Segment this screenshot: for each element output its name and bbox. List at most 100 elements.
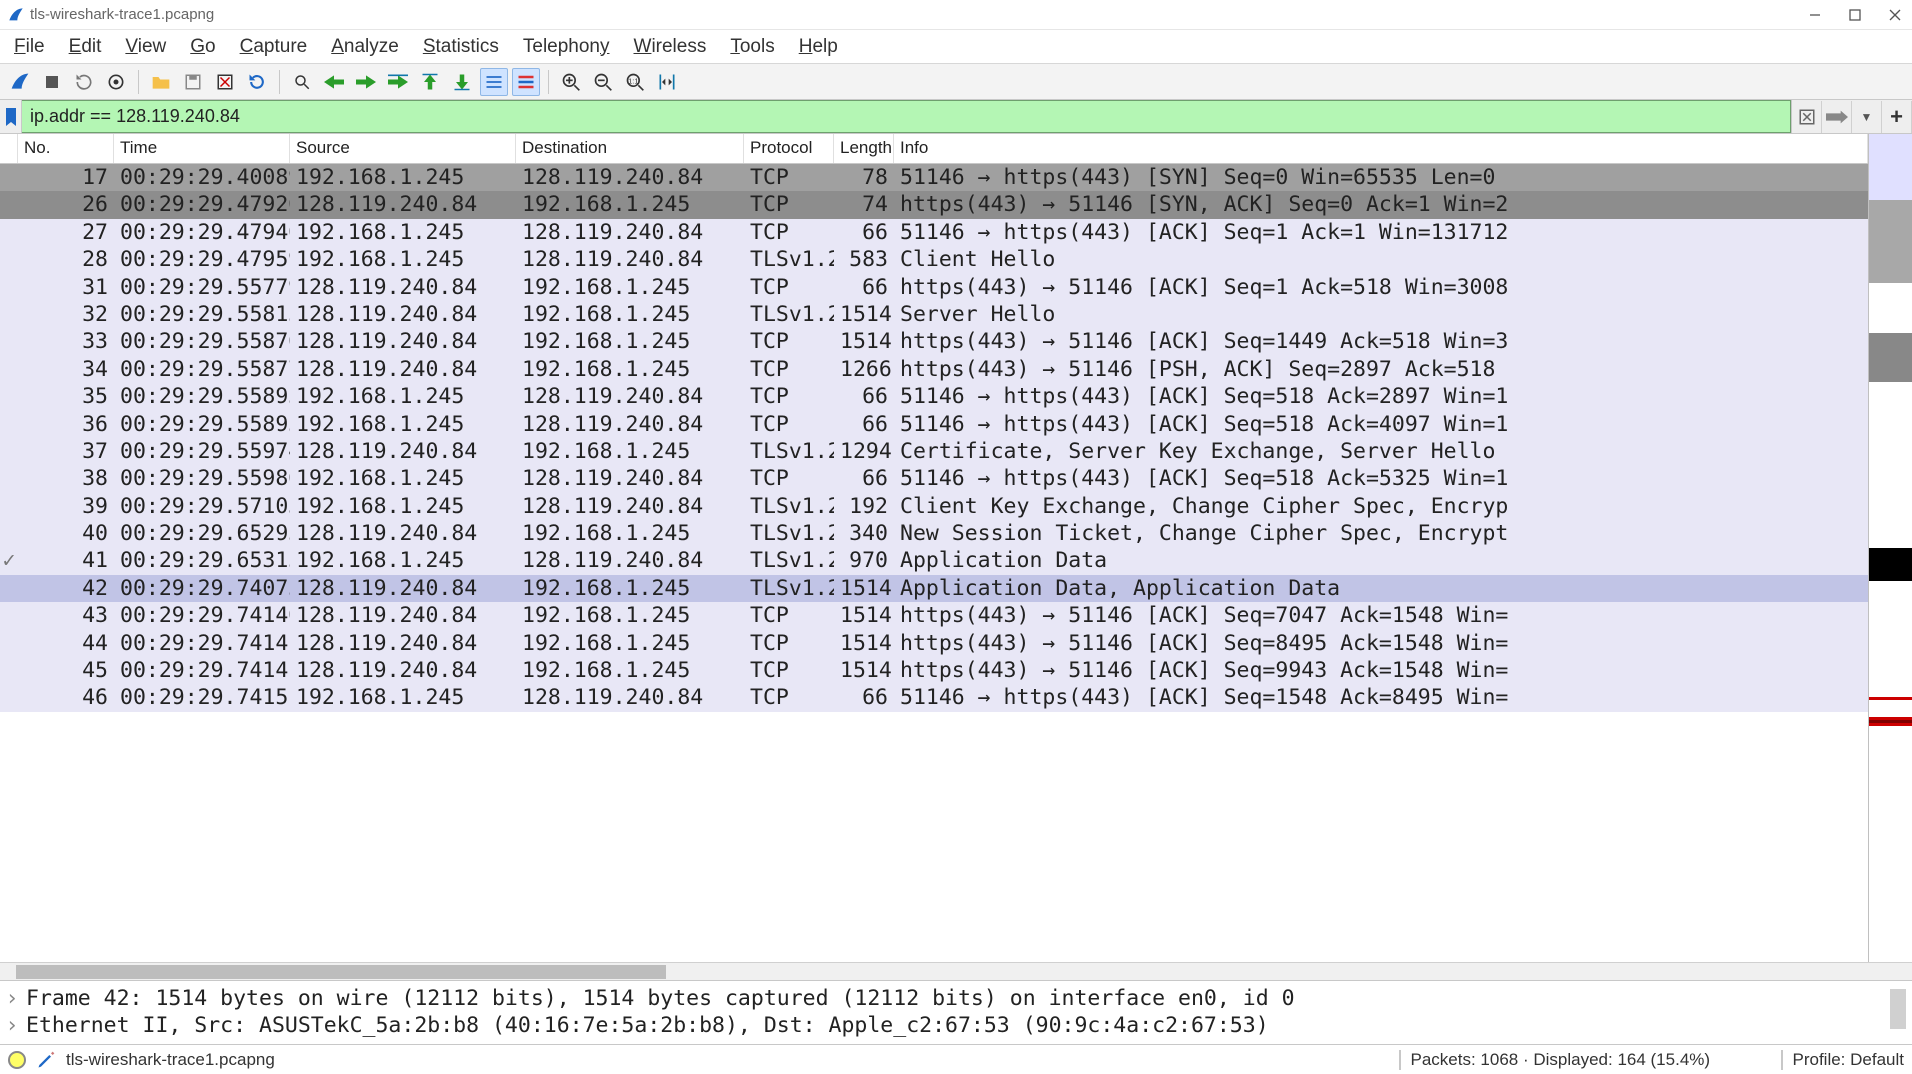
packet-row[interactable]: 3900:29:29.571033192.168.1.245128.119.24… <box>0 493 1868 520</box>
column-length[interactable]: Length <box>834 134 894 163</box>
packet-row[interactable]: 3300:29:29.558762128.119.240.84192.168.1… <box>0 328 1868 355</box>
expand-caret-icon[interactable]: › <box>4 985 20 1012</box>
open-file-icon[interactable] <box>147 68 175 96</box>
menu-wireless[interactable]: Wireless <box>634 36 707 58</box>
menu-telephony[interactable]: Telephony <box>523 36 610 58</box>
auto-scroll-icon[interactable] <box>480 68 508 96</box>
cell-time: 00:29:29.740759 <box>114 575 290 602</box>
packet-row[interactable]: 3600:29:29.558957192.168.1.245128.119.24… <box>0 411 1868 438</box>
packet-row[interactable]: 2600:29:29.479262128.119.240.84192.168.1… <box>0 191 1868 218</box>
bookmark-icon[interactable] <box>0 100 22 133</box>
column-no[interactable]: No. <box>18 134 114 163</box>
menu-edit[interactable]: Edit <box>69 36 102 58</box>
details-scrollbar[interactable] <box>1890 989 1906 1029</box>
menu-help[interactable]: Help <box>799 36 838 58</box>
packet-row[interactable]: 2800:29:29.479593192.168.1.245128.119.24… <box>0 246 1868 273</box>
start-capture-icon[interactable] <box>6 68 34 96</box>
expert-info-icon[interactable] <box>8 1051 26 1069</box>
apply-filter-icon[interactable] <box>1822 101 1852 133</box>
go-forward-icon[interactable] <box>352 68 380 96</box>
column-source[interactable]: Source <box>290 134 516 163</box>
go-first-icon[interactable] <box>416 68 444 96</box>
capture-options-icon[interactable] <box>102 68 130 96</box>
packet-row[interactable]: 4200:29:29.740759128.119.240.84192.168.1… <box>0 575 1868 602</box>
edit-capture-icon[interactable] <box>36 1050 56 1070</box>
row-marker <box>0 520 18 547</box>
menu-analyze[interactable]: Analyze <box>331 36 399 58</box>
go-last-icon[interactable] <box>448 68 476 96</box>
colorize-icon[interactable] <box>512 68 540 96</box>
close-button[interactable] <box>1886 6 1904 24</box>
clear-filter-icon[interactable] <box>1792 101 1822 133</box>
cell-length: 1294 <box>834 438 894 465</box>
packet-details[interactable]: ›Frame 42: 1514 bytes on wire (12112 bit… <box>0 980 1912 1044</box>
restart-capture-icon[interactable] <box>70 68 98 96</box>
expand-caret-icon[interactable]: › <box>4 1012 20 1039</box>
maximize-button[interactable] <box>1846 6 1864 24</box>
packet-row[interactable]: 3400:29:29.558774128.119.240.84192.168.1… <box>0 356 1868 383</box>
menu-statistics[interactable]: Statistics <box>423 36 499 58</box>
menu-capture[interactable]: Capture <box>240 36 308 58</box>
resize-columns-icon[interactable] <box>653 68 681 96</box>
cell-no: 34 <box>18 356 114 383</box>
filter-dropdown-icon[interactable]: ▼ <box>1852 101 1882 133</box>
packet-row[interactable]: 3100:29:29.557795128.119.240.84192.168.1… <box>0 274 1868 301</box>
packet-row[interactable]: 4600:29:29.741516192.168.1.245128.119.24… <box>0 684 1868 711</box>
menu-view[interactable]: View <box>125 36 166 58</box>
packet-list-hscroll[interactable] <box>0 962 1912 980</box>
add-filter-button-icon[interactable]: + <box>1882 101 1912 133</box>
packet-row[interactable]: 4500:29:29.741415128.119.240.84192.168.1… <box>0 657 1868 684</box>
row-marker <box>0 246 18 273</box>
packet-row[interactable]: 1700:29:29.400894192.168.1.245128.119.24… <box>0 164 1868 191</box>
packet-row[interactable]: ✓4100:29:29.653155192.168.1.245128.119.2… <box>0 547 1868 574</box>
go-back-icon[interactable] <box>320 68 348 96</box>
toolbar-separator <box>138 70 139 94</box>
find-packet-icon[interactable] <box>288 68 316 96</box>
packet-row[interactable]: 3200:29:29.558158128.119.240.84192.168.1… <box>0 301 1868 328</box>
column-info[interactable]: Info <box>894 134 1868 163</box>
row-marker <box>0 438 18 465</box>
menu-go[interactable]: Go <box>190 36 215 58</box>
packet-row[interactable]: 4300:29:29.741405128.119.240.84192.168.1… <box>0 602 1868 629</box>
column-time[interactable]: Time <box>114 134 290 163</box>
cell-protocol: TLSv1.2 <box>744 438 834 465</box>
packet-list-header[interactable]: No. Time Source Destination Protocol Len… <box>0 134 1868 164</box>
zoom-out-icon[interactable] <box>589 68 617 96</box>
zoom-reset-icon[interactable]: 1:1 <box>621 68 649 96</box>
cell-info: https(443) → 51146 [SYN, ACK] Seq=0 Ack=… <box>894 191 1868 218</box>
cell-no: 32 <box>18 301 114 328</box>
packet-row[interactable]: 3500:29:29.558956192.168.1.245128.119.24… <box>0 383 1868 410</box>
save-file-icon[interactable] <box>179 68 207 96</box>
status-profile[interactable]: Profile: Default <box>1793 1050 1905 1070</box>
menu-file[interactable]: File <box>14 36 45 58</box>
cell-protocol: TCP <box>744 602 834 629</box>
zoom-in-icon[interactable] <box>557 68 585 96</box>
go-to-packet-icon[interactable] <box>384 68 412 96</box>
display-filter-input[interactable] <box>22 100 1791 133</box>
packet-row[interactable]: 4000:29:29.652957128.119.240.84192.168.1… <box>0 520 1868 547</box>
column-protocol[interactable]: Protocol <box>744 134 834 163</box>
packet-list[interactable]: No. Time Source Destination Protocol Len… <box>0 134 1868 962</box>
cell-info: https(443) → 51146 [ACK] Seq=1 Ack=518 W… <box>894 274 1868 301</box>
cell-no: 37 <box>18 438 114 465</box>
packet-row[interactable]: 2700:29:29.479407192.168.1.245128.119.24… <box>0 219 1868 246</box>
close-file-icon[interactable] <box>211 68 239 96</box>
reload-file-icon[interactable] <box>243 68 271 96</box>
menu-tools[interactable]: Tools <box>730 36 774 58</box>
packet-map-stripe[interactable] <box>1868 134 1912 962</box>
cell-length: 66 <box>834 465 894 492</box>
column-destination[interactable]: Destination <box>516 134 744 163</box>
detail-line[interactable]: Frame 42: 1514 bytes on wire (12112 bits… <box>26 985 1295 1012</box>
minimize-button[interactable] <box>1806 6 1824 24</box>
detail-line[interactable]: Ethernet II, Src: ASUSTekC_5a:2b:b8 (40:… <box>26 1012 1269 1039</box>
cell-info: https(443) → 51146 [ACK] Seq=9943 Ack=15… <box>894 657 1868 684</box>
cell-destination: 192.168.1.245 <box>516 575 744 602</box>
stop-capture-icon[interactable] <box>38 68 66 96</box>
cell-length: 1514 <box>834 575 894 602</box>
packet-row[interactable]: 3700:29:29.559744128.119.240.84192.168.1… <box>0 438 1868 465</box>
scrollbar-thumb[interactable] <box>16 965 666 979</box>
cell-destination: 192.168.1.245 <box>516 657 744 684</box>
packet-row[interactable]: 3800:29:29.559865192.168.1.245128.119.24… <box>0 465 1868 492</box>
packet-row[interactable]: 4400:29:29.741413128.119.240.84192.168.1… <box>0 630 1868 657</box>
cell-source: 192.168.1.245 <box>290 246 516 273</box>
